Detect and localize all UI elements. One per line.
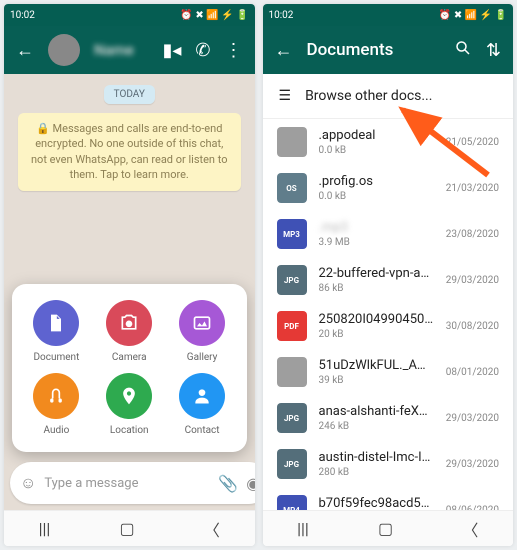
attach-camera[interactable]: Camera xyxy=(95,300,164,363)
nav-bar: ||| ▢ 〈 xyxy=(4,510,255,546)
file-size: 246 kB xyxy=(319,421,434,432)
back-icon[interactable]: ← xyxy=(275,40,293,61)
file-size: 3.9 MB xyxy=(319,237,434,248)
sort-icon[interactable]: ⇅ xyxy=(486,40,501,61)
status-icons: ⏰ ✖ 📶 ⚡ 🔋 xyxy=(180,10,248,21)
docs-header: ← Documents ⇅ xyxy=(263,26,514,74)
file-type-icon: JPG xyxy=(277,449,307,479)
file-type-icon: PDF xyxy=(277,311,307,341)
file-type-icon: JPG xyxy=(277,265,307,295)
file-row[interactable]: PDF 250820I049904503.pdf 20 kB 30/08/202… xyxy=(263,303,514,349)
file-size: 20 kB xyxy=(319,329,434,340)
nav-recent[interactable]: ||| xyxy=(297,519,309,538)
search-icon[interactable] xyxy=(454,39,472,62)
attach-location[interactable]: Location xyxy=(95,373,164,436)
file-date: 29/03/2020 xyxy=(446,413,499,424)
back-icon[interactable]: ← xyxy=(16,40,34,61)
file-row[interactable]: JPG 22-buffered-vpn-affiliate.jpg 86 kB … xyxy=(263,257,514,303)
attach-document[interactable]: Document xyxy=(22,300,91,363)
file-type-icon: MP4 xyxy=(277,495,307,510)
nav-recent[interactable]: ||| xyxy=(39,519,51,538)
file-type-icon: JPG xyxy=(277,403,307,433)
file-name: .appodeal xyxy=(319,128,434,143)
file-size: 39 kB xyxy=(319,375,434,386)
file-name: 51uDzWlkFUL._AC_SY700_ML1_FMwe... xyxy=(319,358,434,373)
file-type-icon: OS xyxy=(277,173,307,203)
attach-icon[interactable]: 📎 xyxy=(218,474,238,493)
emoji-icon[interactable]: ☺ xyxy=(20,473,36,493)
file-size: 86 kB xyxy=(319,283,434,294)
status-time: 10:02 xyxy=(269,10,294,21)
page-title: Documents xyxy=(307,40,440,60)
browse-other-docs[interactable]: ☰ Browse other docs... xyxy=(263,74,514,119)
attach-audio[interactable]: Audio xyxy=(22,373,91,436)
contact-name[interactable]: Name xyxy=(94,41,148,59)
file-type-icon xyxy=(277,357,307,387)
attach-gallery[interactable]: Gallery xyxy=(168,300,237,363)
nav-back[interactable]: 〈 xyxy=(204,517,220,541)
file-row[interactable]: MP3 .mp3 3.9 MB 23/08/2020 xyxy=(263,211,514,257)
file-name: b70f59fec98acd5bbd98f5849f8720de... xyxy=(319,496,434,510)
chat-body: TODAY 🔒 Messages and calls are end-to-en… xyxy=(4,74,255,510)
file-row[interactable]: 51uDzWlkFUL._AC_SY700_ML1_FMwe... 39 kB … xyxy=(263,349,514,395)
file-type-icon: MP3 xyxy=(277,219,307,249)
file-size: 280 kB xyxy=(319,467,434,478)
attachment-sheet: Document Camera Gallery Audio Location C… xyxy=(12,284,247,452)
file-name: austin-distel-Imc-IoZDMXc-unsplash.jpg xyxy=(319,450,434,465)
documents-screen: 10:02 ⏰ ✖ 📶 ⚡ 🔋 ← Documents ⇅ ☰ Browse o… xyxy=(263,4,514,546)
file-date: 30/08/2020 xyxy=(446,321,499,332)
file-size: 0.0 kB xyxy=(319,191,434,202)
file-name: anas-alshanti-feXpdV001o4-unsplash.j... xyxy=(319,404,434,419)
file-date: 08/01/2020 xyxy=(446,367,499,378)
video-call-icon[interactable]: ▮◂ xyxy=(162,40,181,61)
file-size: 0.0 kB xyxy=(319,145,434,156)
file-date: 21/05/2020 xyxy=(446,137,499,148)
file-date: 23/08/2020 xyxy=(446,229,499,240)
more-icon[interactable]: ⋮ xyxy=(225,40,243,61)
message-input[interactable] xyxy=(44,476,210,491)
status-icons: ⏰ ✖ 📶 ⚡ 🔋 xyxy=(439,10,507,21)
file-name: 250820I049904503.pdf xyxy=(319,312,434,327)
file-date: 29/03/2020 xyxy=(446,275,499,286)
file-list[interactable]: .appodeal 0.0 kB 21/05/2020OS .profig.os… xyxy=(263,119,514,510)
camera-icon[interactable]: ◉ xyxy=(246,474,254,493)
chat-screen: 10:02 ⏰ ✖ 📶 ⚡ 🔋 ← Name ▮◂ ✆ ⋮ TODAY 🔒 Me… xyxy=(4,4,255,546)
file-row[interactable]: MP4 b70f59fec98acd5bbd98f5849f8720de... … xyxy=(263,487,514,510)
list-icon: ☰ xyxy=(279,88,292,104)
file-name: .profig.os xyxy=(319,174,434,189)
avatar[interactable] xyxy=(48,34,80,66)
attach-contact[interactable]: Contact xyxy=(168,373,237,436)
nav-back[interactable]: 〈 xyxy=(462,517,478,541)
nav-home[interactable]: ▢ xyxy=(378,519,393,538)
voice-call-icon[interactable]: ✆ xyxy=(195,40,210,61)
file-date: 21/03/2020 xyxy=(446,183,499,194)
file-row[interactable]: JPG anas-alshanti-feXpdV001o4-unsplash.j… xyxy=(263,395,514,441)
file-name: .mp3 xyxy=(319,220,434,235)
encryption-notice[interactable]: 🔒 Messages and calls are end-to-end encr… xyxy=(18,113,241,191)
nav-home[interactable]: ▢ xyxy=(120,519,135,538)
file-row[interactable]: OS .profig.os 0.0 kB 21/03/2020 xyxy=(263,165,514,211)
message-input-box[interactable]: ☺ 📎 ◉ xyxy=(10,462,255,504)
file-row[interactable]: .appodeal 0.0 kB 21/05/2020 xyxy=(263,119,514,165)
status-bar: 10:02 ⏰ ✖ 📶 ⚡ 🔋 xyxy=(263,4,514,26)
file-row[interactable]: JPG austin-distel-Imc-IoZDMXc-unsplash.j… xyxy=(263,441,514,487)
date-chip: TODAY xyxy=(4,74,255,109)
chat-header: ← Name ▮◂ ✆ ⋮ xyxy=(4,26,255,74)
file-date: 29/03/2020 xyxy=(446,459,499,470)
file-name: 22-buffered-vpn-affiliate.jpg xyxy=(319,266,434,281)
status-bar: 10:02 ⏰ ✖ 📶 ⚡ 🔋 xyxy=(4,4,255,26)
nav-bar: ||| ▢ 〈 xyxy=(263,510,514,546)
file-type-icon xyxy=(277,127,307,157)
status-time: 10:02 xyxy=(10,10,35,21)
input-bar: ☺ 📎 ◉ xyxy=(10,462,249,504)
